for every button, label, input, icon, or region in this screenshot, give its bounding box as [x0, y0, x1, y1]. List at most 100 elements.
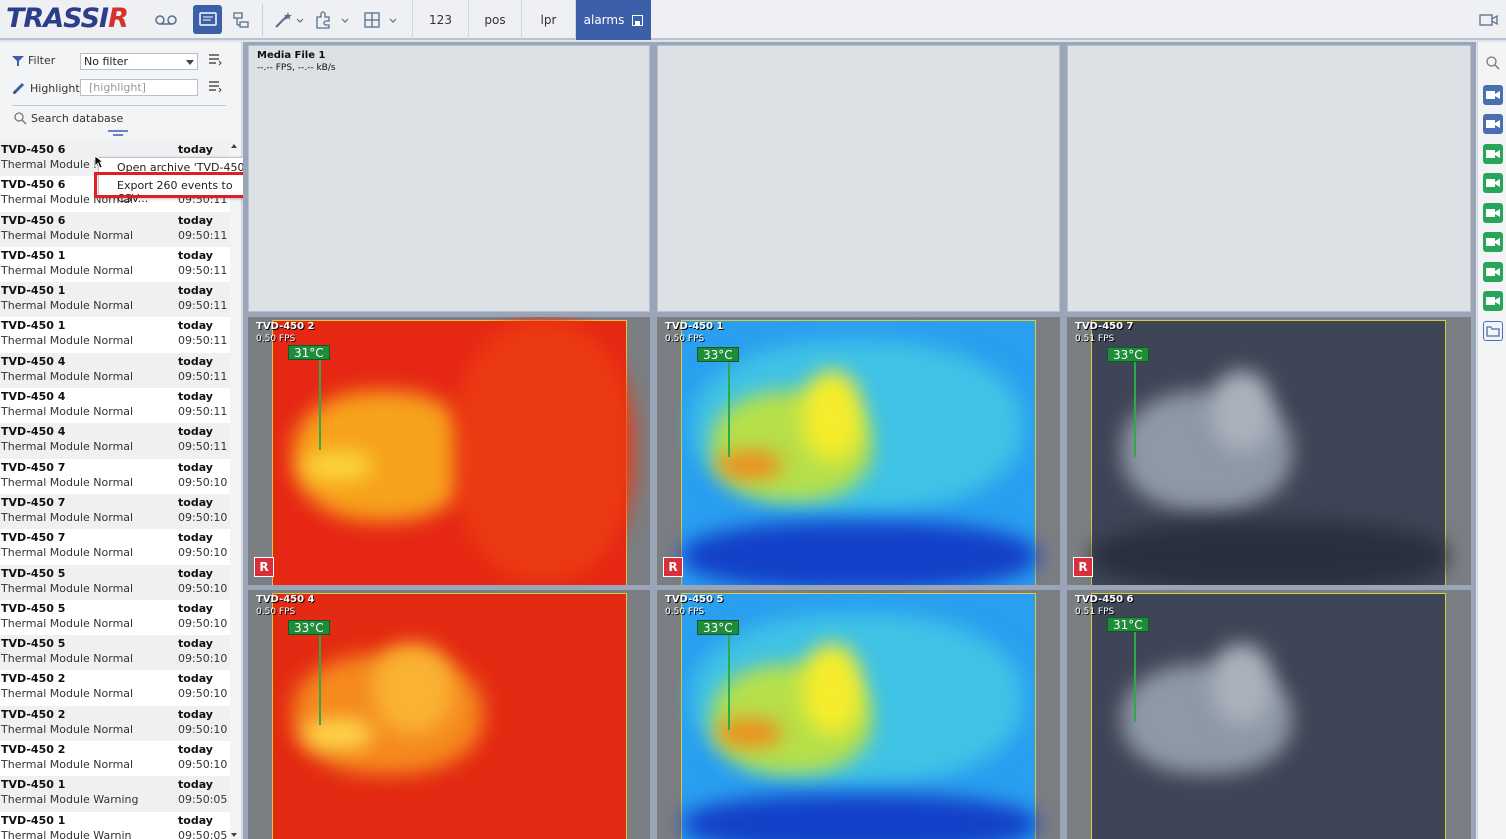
heat-region — [682, 521, 1037, 585]
heat-region — [303, 719, 373, 749]
camera-name: TVD-450 2 — [256, 321, 315, 332]
temperature-pointer — [1134, 362, 1136, 457]
record-button[interactable]: R — [254, 557, 274, 577]
heat-region — [802, 644, 862, 734]
temperature-pointer — [728, 635, 730, 730]
camera-icon[interactable] — [1483, 232, 1503, 252]
puzzle-icon[interactable] — [312, 5, 352, 34]
list-item[interactable]: TVD-450 4 today Thermal Module Normal 09:50… — [0, 352, 230, 389]
heat-region — [303, 451, 373, 481]
magic-wand-icon[interactable] — [270, 5, 306, 34]
camera-icon[interactable] — [1483, 173, 1503, 193]
filter-list-icon[interactable] — [208, 53, 222, 69]
mouse-cursor-icon — [94, 155, 104, 169]
camera-view[interactable]: TVD-450 6 0.51 FPS 31°C — [1067, 590, 1471, 839]
list-item[interactable]: TVD-450 5 today Thermal Module Normal 09:50… — [0, 564, 230, 600]
event-list-scrollbar[interactable] — [231, 141, 239, 839]
camera-icon[interactable] — [1483, 85, 1503, 105]
temperature-label: 33°C — [697, 347, 739, 362]
camera-icon[interactable] — [1483, 203, 1503, 223]
temperature-label: 33°C — [288, 620, 330, 635]
camera-name: TVD-450 5 — [665, 594, 724, 605]
highlight-box — [94, 172, 265, 198]
scroll-down-icon[interactable] — [231, 833, 237, 837]
highlight-list-icon[interactable] — [208, 80, 222, 96]
heat-region — [717, 451, 782, 479]
camera-fps: 0.51 FPS — [1075, 334, 1115, 344]
camera-view[interactable]: TVD-450 1 0.50 FPS 33°C R — [657, 317, 1060, 585]
list-item[interactable]: TVD-450 7 today Thermal Module Normal 09:50… — [0, 458, 230, 494]
list-item[interactable]: TVD-450 1 today Thermal Module Normal 09:50… — [0, 246, 230, 283]
heat-region — [682, 794, 1037, 839]
panel-divider — [12, 105, 226, 106]
temperature-pointer — [319, 360, 321, 450]
list-item[interactable]: TVD-450 7 today Thermal Module Normal 09:50… — [0, 493, 230, 530]
heat-region — [453, 321, 633, 581]
top-toolbar: TRASSIR 123 pos lpr alarms — [0, 0, 1506, 40]
sort-handle-icon[interactable] — [108, 129, 128, 137]
list-item[interactable]: TVD-450 5 today Thermal Module Normal 09:50… — [0, 635, 230, 671]
list-item[interactable]: TVD-450 5 today Thermal Module Normal 09:50… — [0, 599, 230, 636]
temperature-pointer — [1134, 632, 1136, 722]
tab-pos[interactable]: pos — [468, 0, 521, 40]
video-grid: Media File 1 --.-- FPS, --.-- kB/s TVD-4… — [243, 42, 1476, 839]
list-item[interactable]: TVD-450 2 today Thermal Module Normal 09:50… — [0, 705, 230, 742]
camera-icon[interactable] — [1483, 144, 1503, 164]
list-item[interactable]: TVD-450 4 today Thermal Module Normal 09:50… — [0, 423, 230, 459]
list-item[interactable]: TVD-450 6 today Thermal Module Normal 09:50… — [0, 211, 230, 247]
media-file-view[interactable]: Media File 1 --.-- FPS, --.-- kB/s — [248, 45, 650, 312]
camera-name: TVD-450 6 — [1075, 594, 1134, 605]
temperature-label: 33°C — [697, 620, 739, 635]
tab-123[interactable]: 123 — [412, 0, 468, 40]
list-item[interactable]: TVD-450 7 today Thermal Module Normal 09:50… — [0, 529, 230, 565]
list-item[interactable]: TVD-450 2 today Thermal Module Normal 09:50… — [0, 741, 230, 777]
folder-icon[interactable] — [1483, 321, 1503, 341]
highlight-label: Highlight — [12, 81, 80, 95]
camera-fps: 0.50 FPS — [256, 607, 296, 617]
layout-icon[interactable] — [360, 5, 400, 34]
scroll-up-icon[interactable] — [231, 144, 237, 148]
temperature-label: 31°C — [1107, 617, 1149, 632]
temperature-label: 33°C — [1107, 347, 1149, 362]
heat-region — [1212, 371, 1272, 451]
chat-icon[interactable] — [193, 5, 222, 34]
list-item[interactable]: TVD-450 1 today Thermal Module Normal 09:50… — [0, 282, 230, 318]
camera-icon[interactable] — [1483, 262, 1503, 282]
camera-fps: 0.50 FPS — [665, 607, 705, 617]
device-sidebar — [1477, 42, 1506, 839]
highlight-input[interactable]: [highlight] — [80, 79, 198, 96]
search-icon — [14, 112, 27, 125]
list-item[interactable]: TVD-450 1 today Thermal Module Warnin 09:50… — [0, 811, 230, 839]
list-item[interactable]: TVD-450 4 today Thermal Module Normal 09:50… — [0, 388, 230, 424]
media-file-stats: --.-- FPS, --.-- kB/s — [257, 63, 336, 73]
temperature-label: 31°C — [288, 345, 330, 360]
hierarchy-icon[interactable] — [228, 5, 254, 34]
camera-view[interactable]: TVD-450 4 0.50 FPS 33°C — [248, 590, 650, 839]
list-item[interactable]: TVD-450 1 today Thermal Module Warning 09:5… — [0, 776, 230, 812]
camera-name: TVD-450 4 — [256, 594, 315, 605]
list-item[interactable]: TVD-450 2 today Thermal Module Normal 09:50… — [0, 670, 230, 706]
tab-lpr[interactable]: lpr — [521, 0, 575, 40]
heat-region — [373, 644, 453, 734]
search-database-button[interactable]: Search database — [14, 112, 123, 125]
tab-alarms[interactable]: alarms — [575, 0, 651, 40]
filter-select[interactable]: No filter — [80, 53, 198, 70]
record-button[interactable]: R — [663, 557, 683, 577]
camera-outline-icon[interactable] — [1478, 5, 1500, 34]
record-button[interactable]: R — [1073, 557, 1093, 577]
empty-view[interactable] — [1067, 45, 1471, 312]
save-icon — [632, 14, 644, 26]
list-item[interactable]: TVD-450 1 today Thermal Module Normal 09:50… — [0, 317, 230, 353]
heat-region — [802, 371, 862, 461]
camera-icon[interactable] — [1483, 114, 1503, 134]
voicemail-icon[interactable] — [150, 5, 182, 34]
search-icon[interactable] — [1486, 56, 1500, 70]
heat-region — [717, 719, 782, 747]
camera-view[interactable]: TVD-450 5 0.50 FPS 33°C — [657, 590, 1060, 839]
camera-view[interactable]: TVD-450 7 0.51 FPS 33°C R — [1067, 317, 1471, 585]
camera-view[interactable]: TVD-450 2 0.50 FPS 31°C R — [248, 317, 650, 585]
empty-view[interactable] — [657, 45, 1060, 312]
heat-region — [1212, 644, 1272, 724]
camera-icon[interactable] — [1483, 291, 1503, 311]
temperature-pointer — [728, 362, 730, 457]
